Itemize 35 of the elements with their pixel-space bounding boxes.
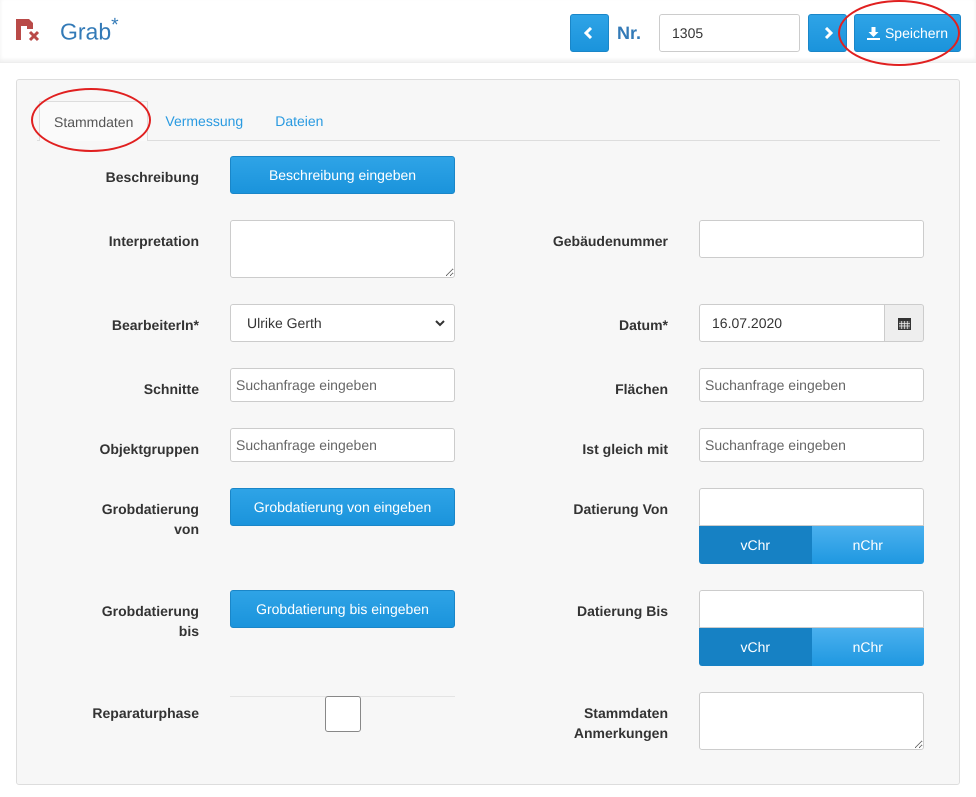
page-title: Grab$^{*}$ <box>60 15 119 46</box>
search-field[interactable]: Suchanfrage eingeben <box>699 428 924 462</box>
field-label: Datierung Bis <box>576 602 668 621</box>
search-field[interactable]: Suchanfrage eingeben <box>699 368 924 402</box>
search-field[interactable]: Suchanfrage eingeben <box>230 368 455 402</box>
tab[interactable]: Vermessung <box>150 101 258 140</box>
field-label: Gebäudenummer <box>552 232 668 251</box>
number-field[interactable]: 1305 <box>659 14 800 52</box>
tab[interactable]: Dateien <box>260 101 338 140</box>
number-label: Nr. <box>616 22 641 44</box>
select-field[interactable]: Ulrike Gerth <box>230 304 455 342</box>
field-label: Stammdaten Anmerkungen <box>572 704 668 743</box>
era-toggle[interactable]: nChr <box>812 526 924 564</box>
field-label: Schnitte <box>144 380 199 399</box>
field-label: Beschreibung <box>106 168 199 187</box>
field-label: Grobdatierung von <box>100 500 199 539</box>
tab[interactable]: Stammdaten <box>39 101 148 141</box>
field-label: Ist gleich mit <box>582 440 668 459</box>
field-label: Datierung Von <box>573 500 668 519</box>
save-button[interactable]: Speichern <box>854 14 961 52</box>
era-toggle[interactable]: vChr <box>699 628 812 666</box>
field-label: Flächen <box>615 380 668 399</box>
entry-button[interactable]: Grobdatierung von eingeben <box>230 488 455 526</box>
entry-button[interactable]: Grobdatierung bis eingeben <box>230 590 455 628</box>
field-label: Datum* <box>618 316 668 335</box>
search-field[interactable]: Suchanfrage eingeben <box>230 428 455 462</box>
field-label: Interpretation <box>108 232 199 251</box>
entry-button[interactable]: Beschreibung eingeben <box>230 156 455 194</box>
field-label: Grobdatierung bis <box>100 602 199 641</box>
era-toggle[interactable]: vChr <box>699 526 812 564</box>
field-label: Reparaturphase <box>92 704 199 723</box>
era-toggle[interactable]: nChr <box>812 628 924 666</box>
date-field[interactable]: 16.07.2020 <box>699 304 885 342</box>
field-label: BearbeiterIn* <box>112 316 199 335</box>
field-label: Objektgruppen <box>99 440 199 459</box>
